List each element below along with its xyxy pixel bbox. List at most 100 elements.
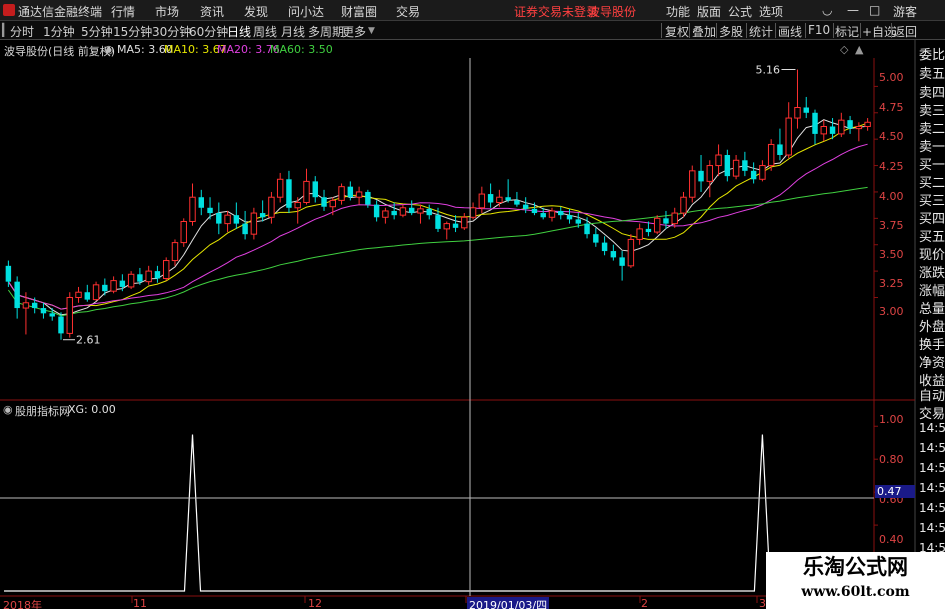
period-1min[interactable]: 1分钟 [43, 23, 75, 40]
x-axis-label: 11 [133, 597, 147, 609]
period-multi[interactable]: 多周期 [308, 23, 344, 40]
period-5min[interactable]: 5分钟 [81, 23, 113, 40]
candle-body-down [803, 107, 809, 113]
candle-body-up [92, 284, 100, 301]
x-axis-label: 2018年 [3, 599, 42, 609]
x-cursor-date-label: 2019/01/03/四 [467, 597, 550, 609]
menu-gongshi[interactable]: 公式 [728, 3, 752, 20]
candle-body-down [514, 200, 520, 205]
side-panel-item: 14:56 [919, 441, 945, 455]
period-toolbar: ▎ 分时 1分钟 5分钟 15分钟 30分钟 60分钟 日线 周线 月线 多周期… [0, 21, 945, 40]
y-tick-label: 4.50 [879, 130, 904, 143]
side-panel-item: 委比 [919, 48, 945, 63]
candle-body-up [417, 208, 424, 214]
side-panel-item: 卖四 [919, 86, 945, 101]
menu-banmian[interactable]: 版面 [697, 3, 721, 20]
trade-login-notice[interactable]: 证券交易未登录 [514, 3, 598, 20]
side-panel-item: 卖二 [919, 122, 945, 137]
period-fenshi[interactable]: 分时 [10, 23, 34, 40]
menu-gongneng[interactable]: 功能 [666, 3, 690, 20]
sub-y-tick-label: 1.00 [879, 413, 904, 426]
menu-xuanxiang[interactable]: 选项 [759, 3, 783, 20]
hide-icon[interactable]: ◡ [822, 3, 832, 17]
menu-zixun[interactable]: 资讯 [200, 3, 224, 20]
candle-body-down [154, 271, 161, 279]
candle-body-down [373, 204, 380, 218]
candle-body-down [601, 242, 608, 252]
candle-body-down [645, 228, 652, 233]
period-15min[interactable]: 15分钟 [113, 23, 152, 40]
tool-huaxian[interactable]: 画线 [778, 23, 802, 40]
more-dropdown-icon[interactable]: ▼ [368, 26, 375, 36]
candle-body-up [715, 154, 722, 167]
period-more[interactable]: 更多 [342, 23, 366, 40]
kline-chart[interactable]: 5.16 2.61 [0, 40, 945, 609]
candle-body-down [558, 210, 564, 216]
sub-indicator-settings-icon[interactable]: ◉ [3, 403, 13, 416]
toolbar-divider [775, 23, 776, 38]
period-weekly[interactable]: 周线 [253, 23, 277, 40]
candle-body-down [663, 218, 669, 224]
guest-user[interactable]: 游客 [893, 3, 917, 20]
y-tick-label: 4.75 [879, 101, 904, 114]
candle-body-down [426, 208, 432, 216]
tool-f10[interactable]: F10 [808, 23, 830, 37]
indicator-settings-icon[interactable]: ◉ [104, 43, 114, 56]
candle-body-up [66, 297, 73, 334]
toolbar-divider [860, 23, 861, 38]
minimize-icon[interactable]: — [847, 3, 859, 17]
period-60min[interactable]: 60分钟 [189, 23, 228, 40]
candle-body-up [75, 291, 82, 299]
menu-shichang[interactable]: 市场 [155, 3, 179, 20]
side-panel-item: 自动 [919, 389, 945, 404]
period-monthly[interactable]: 月线 [281, 23, 305, 40]
menu-jiaoyi[interactable]: 交易 [396, 3, 420, 20]
y-tick-label: 3.75 [879, 219, 904, 232]
candle-body-up [864, 121, 871, 128]
candle-body-down [207, 207, 213, 214]
side-panel-item: 14:56 [919, 461, 945, 475]
side-panel-item: 涨跌 [919, 266, 945, 281]
side-panel-item: 现价 [919, 248, 945, 263]
side-panel-item: 买四 [919, 212, 945, 227]
current-stock-name: 波导股份 [588, 5, 637, 19]
candle-body-up [250, 212, 258, 235]
candle-body-down [365, 191, 371, 205]
tool-diejia[interactable]: 叠加 [692, 23, 716, 40]
candle-body-up [443, 223, 450, 230]
menu-hangqing[interactable]: 行情 [111, 3, 135, 20]
tool-back[interactable]: 返回 [893, 23, 917, 40]
candle-body-down [505, 197, 511, 201]
candle-body-down [102, 284, 108, 292]
candle-body-down [286, 179, 292, 208]
candle-body-down [584, 223, 590, 235]
sub-chart-title: 股朋指标网 [15, 405, 70, 418]
menu-wenxiaoda[interactable]: 问小达 [288, 3, 324, 20]
candle-body-up [653, 217, 661, 233]
diamond-icon[interactable]: ◇ [840, 43, 848, 56]
collapse-up-icon[interactable]: ▲ [855, 43, 863, 56]
candle-body-up [338, 186, 345, 201]
candle-body-up [680, 196, 687, 214]
candle-body-up [636, 228, 643, 240]
candle-body-down [847, 120, 853, 129]
toolbar-divider [661, 23, 662, 38]
tool-biaoji[interactable]: 标记 [835, 23, 859, 40]
period-daily[interactable]: 日线 [227, 23, 251, 40]
menu-faxian[interactable]: 发现 [244, 3, 268, 20]
maximize-icon[interactable]: □ [869, 3, 880, 17]
tool-duogu[interactable]: 多股 [719, 23, 743, 40]
menu-bar: 通达信金融终端 行情 市场 资讯 发现 问小达 财富圈 交易 证券交易未登录 波… [0, 0, 945, 21]
tool-fuquan[interactable]: 复权 [665, 23, 689, 40]
toolbar-divider [746, 23, 747, 38]
tool-tongji[interactable]: 统计 [749, 23, 773, 40]
candle-body-up [145, 270, 152, 283]
candle-body-down [575, 219, 582, 224]
candle-body-up [127, 273, 135, 288]
candle-body-down [40, 308, 47, 314]
candle-body-up [820, 126, 827, 135]
candle-body-up [171, 242, 179, 262]
candle-body-up [162, 260, 170, 279]
period-30min[interactable]: 30分钟 [152, 23, 191, 40]
menu-caifuquan[interactable]: 财富圈 [341, 3, 377, 20]
